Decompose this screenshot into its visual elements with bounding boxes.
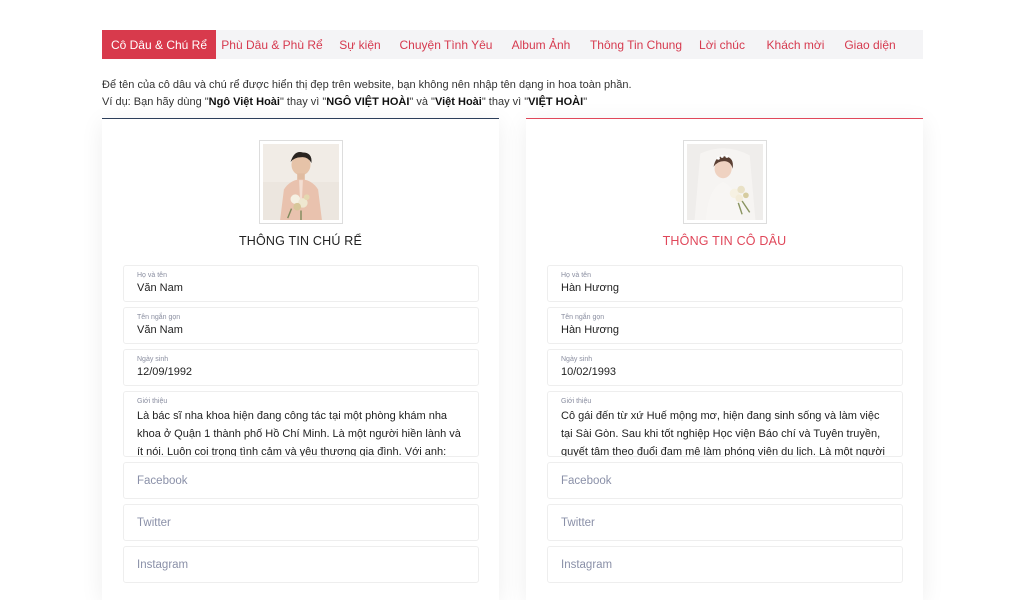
- groom-photo[interactable]: [259, 140, 343, 224]
- bride-card: THÔNG TIN CÔ DÂU Họ và tên Hàn Hương Tên…: [526, 118, 923, 600]
- groom-full-name-field[interactable]: Họ và tên Văn Nam: [123, 265, 479, 302]
- tab-theme[interactable]: Giao diện: [837, 30, 903, 59]
- groom-twitter-input[interactable]: Twitter: [123, 504, 479, 541]
- bride-twitter-input[interactable]: Twitter: [547, 504, 903, 541]
- tab-album[interactable]: Album Ảnh: [500, 30, 582, 59]
- field-value: 10/02/1993: [561, 366, 617, 378]
- field-label: Ngày sinh: [137, 356, 169, 363]
- bride-photo[interactable]: [683, 140, 767, 224]
- tab-bridesmaids-groomsmen[interactable]: Phù Dâu & Phù Rể: [216, 30, 328, 59]
- bride-bio-field[interactable]: Giới thiệu Cô gái đến từ xứ Huế mộng mơ,…: [547, 391, 903, 457]
- bride-card-title: THÔNG TIN CÔ DÂU: [662, 234, 787, 248]
- hint-line-1: Để tên của cô dâu và chú rể được hiển th…: [102, 79, 632, 91]
- field-label: Tên ngắn gọn: [137, 314, 181, 321]
- groom-card-title: THÔNG TIN CHÚ RỂ: [238, 234, 363, 248]
- tab-wishes[interactable]: Lời chúc: [690, 30, 754, 59]
- field-value: Cô gái đến từ xứ Huế mộng mơ, hiện đang …: [561, 410, 885, 457]
- name-format-hint: Để tên của cô dâu và chú rể được hiển th…: [102, 77, 632, 111]
- field-value: Văn Nam: [137, 282, 183, 294]
- bride-instagram-input[interactable]: Instagram: [547, 546, 903, 583]
- field-label: Ngày sinh: [561, 356, 593, 363]
- tab-love-story[interactable]: Chuyện Tình Yêu: [392, 30, 500, 59]
- field-label: Giới thiệu: [561, 398, 592, 405]
- hint-line-2: Ví dụ: Bạn hãy dùng "Ngô Việt Hoài" thay…: [102, 96, 588, 108]
- tab-bride-groom[interactable]: Cô Dâu & Chú Rể: [102, 30, 216, 59]
- groom-birthday-field[interactable]: Ngày sinh 12/09/1992: [123, 349, 479, 386]
- groom-instagram-input[interactable]: Instagram: [123, 546, 479, 583]
- groom-facebook-input[interactable]: Facebook: [123, 462, 479, 499]
- bride-full-name-field[interactable]: Họ và tên Hàn Hương: [547, 265, 903, 302]
- field-value: Là bác sĩ nha khoa hiện đang công tác tạ…: [137, 410, 461, 457]
- groom-bio-field[interactable]: Giới thiệu Là bác sĩ nha khoa hiện đang …: [123, 391, 479, 457]
- tab-guests[interactable]: Khách mời: [754, 30, 837, 59]
- field-label: Họ và tên: [137, 272, 167, 279]
- field-label: Họ và tên: [561, 272, 591, 279]
- bride-short-name-field[interactable]: Tên ngắn gọn Hàn Hương: [547, 307, 903, 344]
- bride-facebook-input[interactable]: Facebook: [547, 462, 903, 499]
- groom-short-name-field[interactable]: Tên ngắn gọn Văn Nam: [123, 307, 479, 344]
- bride-birthday-field[interactable]: Ngày sinh 10/02/1993: [547, 349, 903, 386]
- field-value: 12/09/1992: [137, 366, 193, 378]
- groom-card: THÔNG TIN CHÚ RỂ Họ và tên Văn Nam Tên n…: [102, 118, 499, 600]
- field-value: Văn Nam: [137, 324, 183, 336]
- field-label: Tên ngắn gọn: [561, 314, 605, 321]
- section-tabs: Cô Dâu & Chú Rể Phù Dâu & Phù Rể Sự kiện…: [102, 30, 923, 59]
- tab-general-info[interactable]: Thông Tin Chung: [582, 30, 690, 59]
- field-value: Hàn Hương: [561, 324, 619, 336]
- field-value: Hàn Hương: [561, 282, 619, 294]
- field-label: Giới thiệu: [137, 398, 168, 405]
- tab-events[interactable]: Sự kiện: [328, 30, 392, 59]
